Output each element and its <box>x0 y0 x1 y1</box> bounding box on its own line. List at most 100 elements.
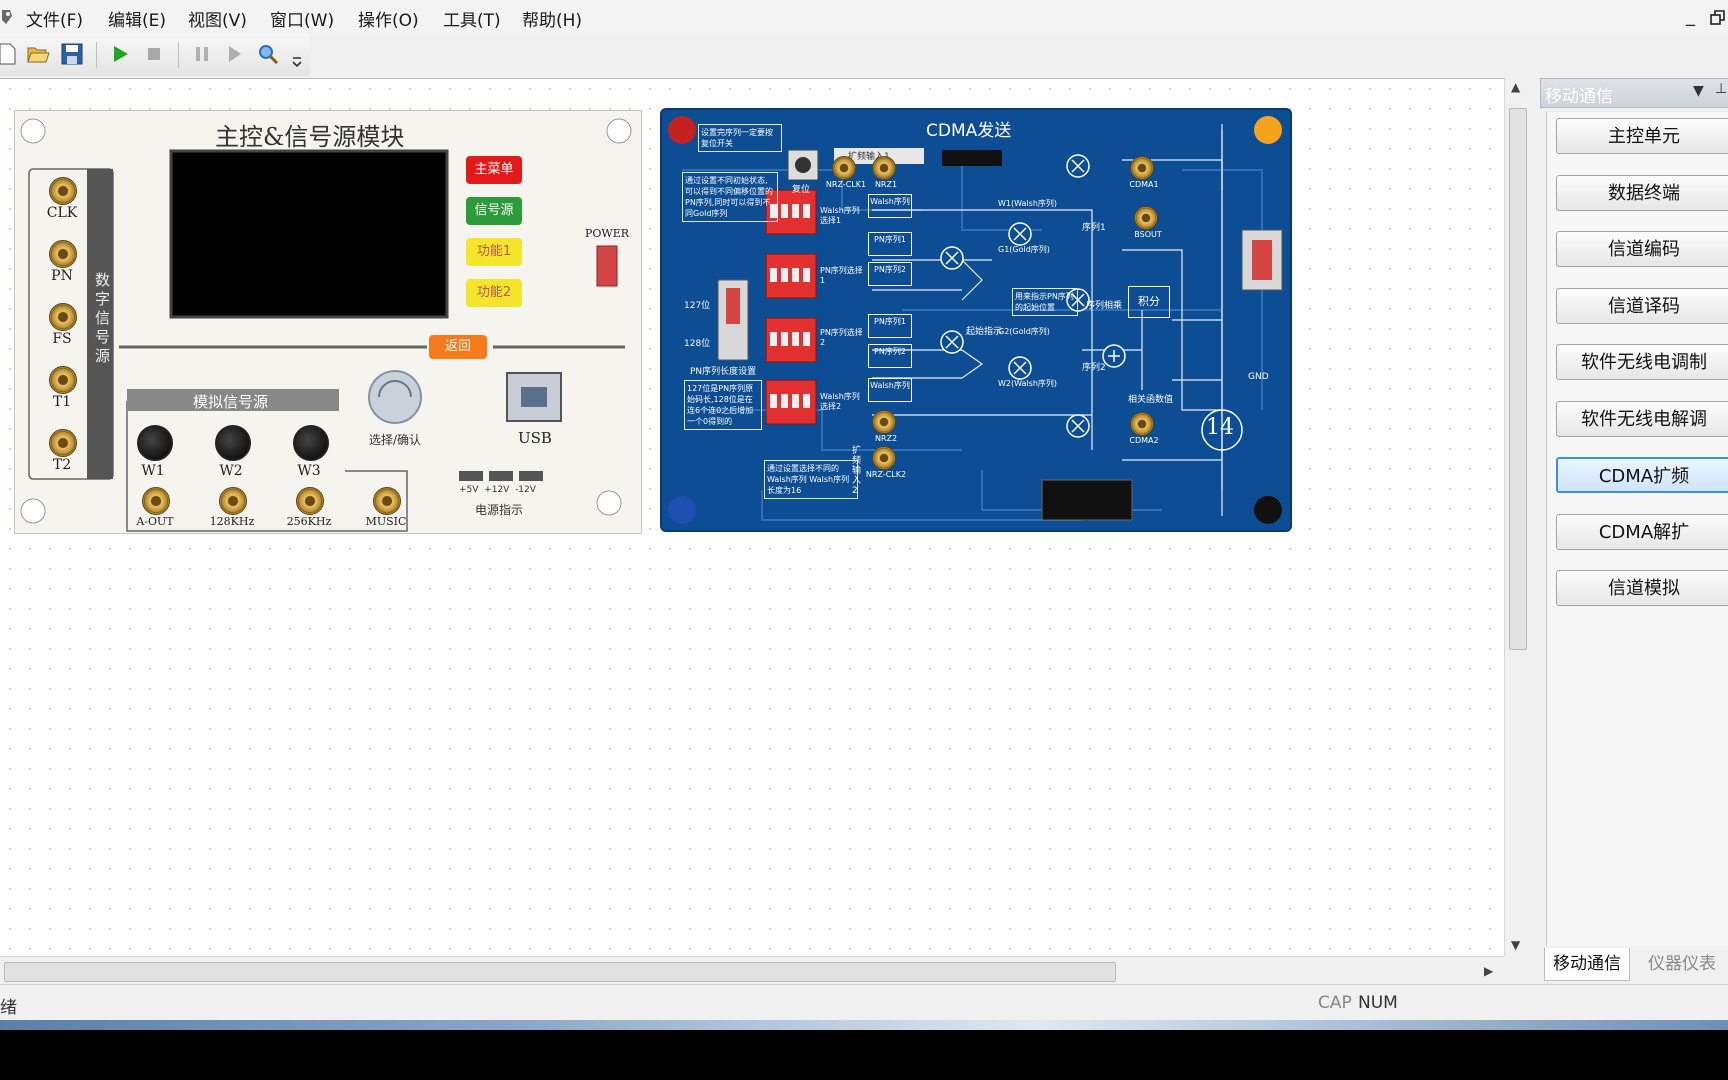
menu-operate[interactable]: 操作(O) <box>358 6 419 31</box>
panel-dropdown-icon[interactable]: ▼ <box>1693 83 1704 99</box>
function2-button[interactable]: 功能2 <box>466 279 522 307</box>
select-confirm-label: 选择/确认 <box>369 433 422 447</box>
start-indicator-label: 起始指示 <box>966 327 1003 337</box>
scroll-right-icon[interactable]: ▶ <box>1484 964 1493 978</box>
sequence-label-2: 序列2 <box>1082 363 1106 373</box>
panel-button-4[interactable]: 信道译码 <box>1556 287 1728 324</box>
signal-source-button[interactable]: 信号源 <box>466 197 522 225</box>
analog-port-0[interactable] <box>142 487 170 515</box>
power-switch-2[interactable] <box>1242 230 1282 290</box>
scroll-down-icon[interactable]: ▼ <box>1511 938 1520 952</box>
save-icon[interactable] <box>60 42 84 66</box>
minimize-icon[interactable]: _ <box>1686 6 1695 27</box>
port-label-t2: T2 <box>52 457 72 473</box>
cdma-transmit-module[interactable]: CDMA发送 14 复位 设置完序列一定要按复位开关 通过设置不同初始状态,可以… <box>660 108 1292 532</box>
function1-button[interactable]: 功能1 <box>466 238 522 266</box>
main-control-module[interactable]: 主控&信号源模块 CLK PN FS T1 T2 数字信号源 主菜单 信号源 功能1 功… <box>14 110 642 534</box>
panel-button-7[interactable]: CDMA扩频 <box>1556 457 1728 493</box>
note-walsh: 通过设置选择不同的Walsh序列 Walsh序列长度为16 <box>764 460 858 499</box>
pause-icon[interactable] <box>190 42 214 66</box>
cdma-port-6[interactable] <box>1134 206 1158 230</box>
port-label-pn: PN <box>51 268 73 284</box>
note-sequence: 设置完序列一定要按复位开关 <box>698 124 782 152</box>
module2-title: CDMA发送 <box>926 121 1012 141</box>
analog-port-2[interactable] <box>296 487 324 515</box>
reset-button[interactable] <box>788 150 818 180</box>
tab-instruments[interactable]: 仪器仪表 <box>1640 948 1724 980</box>
open-folder-icon[interactable] <box>26 42 50 66</box>
analog-port-label-2: 256KHz <box>286 515 332 528</box>
port-label-fs: FS <box>52 331 72 347</box>
status-bar: 绪 CAP NUM <box>0 984 1728 1021</box>
analog-port-label-0: A-OUT <box>136 515 174 528</box>
horizontal-scrollbar[interactable]: ▶ <box>0 956 1504 985</box>
run-icon[interactable] <box>108 42 132 66</box>
port-fs[interactable] <box>49 303 77 331</box>
cdma-port-label-1: NRZ1 <box>874 180 898 189</box>
panel-button-9[interactable]: 信道模拟 <box>1556 570 1728 606</box>
panel-button-5[interactable]: 软件无线电调制 <box>1556 344 1728 380</box>
panel-button-6[interactable]: 软件无线电解调 <box>1556 400 1728 437</box>
analog-source-label: 模拟信号源 <box>193 393 269 411</box>
tab-mobile-comm[interactable]: 移动通信 <box>1544 948 1630 981</box>
cdma-port-5[interactable] <box>1130 412 1154 436</box>
scroll-up-icon[interactable]: ▲ <box>1511 80 1520 94</box>
usb-label: USB <box>518 429 552 447</box>
panel-button-2[interactable]: 数据终端 <box>1556 174 1728 211</box>
cdma-port-1[interactable] <box>872 156 896 180</box>
panel-button-8[interactable]: CDMA解扩 <box>1556 513 1728 550</box>
panel-button-3[interactable]: 信道编码 <box>1556 231 1728 267</box>
cdma-port-3[interactable] <box>872 446 896 470</box>
main-menu-button[interactable]: 主菜单 <box>466 156 522 184</box>
new-file-icon[interactable] <box>0 42 20 66</box>
knob-w1[interactable] <box>137 425 173 461</box>
port-t1[interactable] <box>49 366 77 394</box>
usb-port[interactable] <box>507 373 561 421</box>
select-confirm-knob[interactable] <box>369 371 421 423</box>
stop-icon[interactable] <box>142 42 166 66</box>
status-num: NUM <box>1358 993 1398 1013</box>
menu-file[interactable]: 文件(F) <box>26 6 83 31</box>
vertical-scroll-thumb[interactable] <box>1509 108 1527 650</box>
power-label: POWER <box>585 227 630 240</box>
module1-title: 主控&信号源模块 <box>215 123 405 151</box>
cdma-port-label-2: NRZ2 <box>874 434 898 443</box>
back-button[interactable]: 返回 <box>429 335 487 359</box>
panel-title: 移动通信 <box>1545 87 1613 107</box>
menu-tools[interactable]: 工具(T) <box>443 6 501 31</box>
overflow-icon[interactable] <box>290 54 304 70</box>
cdma-port-0[interactable] <box>832 156 856 180</box>
vertical-scrollbar[interactable]: ▲ ▼ <box>1504 78 1529 956</box>
knob-w2[interactable] <box>215 425 251 461</box>
voltage-5v: +5V <box>459 485 479 495</box>
power-switch[interactable] <box>597 246 617 286</box>
pn-length-switch[interactable] <box>718 280 748 360</box>
sequence-label-1: 序列1 <box>1082 223 1106 233</box>
port-t2[interactable] <box>49 429 77 457</box>
reset-label: 复位 <box>792 185 811 195</box>
horizontal-scroll-thumb[interactable] <box>4 962 1116 982</box>
port-label-t1: T1 <box>52 394 72 410</box>
step-icon[interactable] <box>222 42 246 66</box>
panel-button-1[interactable]: 主控单元 <box>1556 118 1728 154</box>
analog-port-1[interactable] <box>219 487 247 515</box>
knob-w3[interactable] <box>293 425 329 461</box>
cdma-port-label-4: CDMA1 <box>1129 180 1159 189</box>
voltage-minus12v: -12V <box>515 485 536 495</box>
zoom-icon[interactable] <box>256 42 280 66</box>
menu-edit[interactable]: 编辑(E) <box>108 6 166 31</box>
test-point-label-1: W1(Walsh序列) <box>998 199 1058 208</box>
switch-127-label: 127位 <box>684 301 711 311</box>
status-ready: 绪 <box>0 998 17 1018</box>
analog-port-3[interactable] <box>373 487 401 515</box>
port-clk[interactable] <box>49 177 77 205</box>
menu-window[interactable]: 窗口(W) <box>270 6 334 31</box>
menu-view[interactable]: 视图(V) <box>188 6 247 31</box>
pin-icon[interactable]: ⊥ <box>1715 81 1727 97</box>
port-pn[interactable] <box>49 240 77 268</box>
restore-icon[interactable] <box>1710 10 1726 26</box>
sequence-label-3: 序列相乘 <box>1086 301 1123 311</box>
cdma-port-4[interactable] <box>1130 156 1154 180</box>
cdma-port-2[interactable] <box>872 410 896 434</box>
menu-help[interactable]: 帮助(H) <box>522 6 582 31</box>
